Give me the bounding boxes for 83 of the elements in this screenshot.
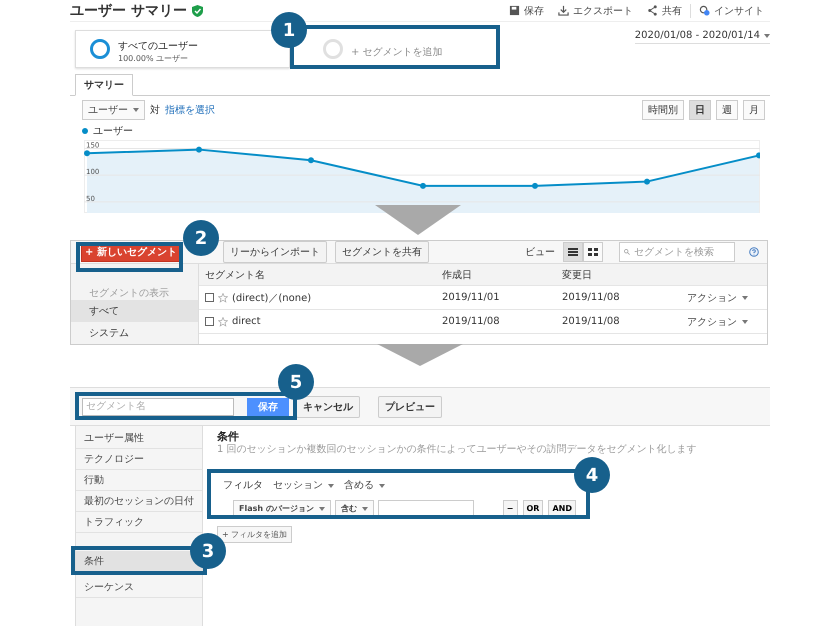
tab[interactable]: サマリー	[75, 74, 133, 96]
section-description: 1 回のセッションか複数回のセッションかの条件によってユーザーやその訪問データをセグメント化します	[217, 444, 697, 456]
segment-name-cell-text: (direct)／(none)	[232, 292, 312, 304]
data-point	[756, 152, 760, 158]
export-action[interactable]: エクスポート	[552, 4, 639, 18]
select-metric-link[interactable]: 指標を選択	[165, 103, 215, 117]
modified-date-cell-text: 2019/11/08	[561, 316, 621, 327]
star-icon[interactable]	[218, 292, 228, 302]
sidebar-item[interactable]: システム	[71, 322, 198, 344]
row-checkbox[interactable]	[205, 317, 214, 326]
view-toggle[interactable]	[583, 242, 603, 262]
step-number-badge: 2	[183, 220, 219, 256]
down-arrow-icon	[375, 205, 461, 235]
date-range-picker[interactable]: 2020/01/08 - 2020/01/14	[634, 28, 770, 44]
data-point	[644, 178, 650, 185]
step-number-badge: 5	[278, 364, 314, 400]
save-action[interactable]: 保存	[503, 4, 550, 18]
data-point	[420, 182, 426, 189]
metric-dropdown[interactable]: ユーザー	[82, 100, 145, 120]
column-header: 変更日	[561, 268, 593, 282]
sidebar-item[interactable]: シーケンス	[76, 577, 202, 598]
insights-action[interactable]: インサイト	[690, 4, 770, 18]
created-date-cell-text: 2019/11/01	[441, 292, 501, 303]
sidebar-item[interactable]: 条件	[76, 551, 202, 572]
interval-button[interactable]: 月	[743, 100, 765, 120]
sidebar-item[interactable]: 最初のセッションの日付	[76, 491, 202, 512]
include-dropdown[interactable]: 含める	[344, 476, 385, 496]
view-label: ビュー	[525, 246, 555, 259]
step-number-badge: 4	[574, 457, 610, 493]
grid-view-icon	[588, 248, 598, 256]
segment-search-field[interactable]: セグメントを検索	[619, 242, 735, 262]
interval-button[interactable]: 週	[716, 100, 738, 120]
preview-button[interactable]: プレビュー	[378, 396, 442, 418]
data-point	[196, 146, 202, 153]
created-date-cell-text: 2019/11/08	[441, 316, 501, 327]
verified-check-icon	[192, 4, 203, 16]
column-header: 作成日	[441, 268, 473, 282]
page-title: ユーザー サマリー	[70, 2, 187, 20]
legend-label: ユーザー	[93, 125, 133, 138]
action-menu[interactable]: アクション	[682, 288, 753, 308]
help-icon[interactable]	[749, 247, 759, 257]
search-icon	[624, 248, 630, 256]
down-arrow-icon	[377, 344, 463, 366]
segment-name: + セグメントを追加	[351, 46, 443, 58]
sidebar-item[interactable]: テクノロジー	[76, 449, 202, 470]
column-header: セグメント名	[204, 268, 266, 282]
interval-button[interactable]: 日	[689, 100, 711, 120]
add-filter-button[interactable]: + フィルタを追加	[217, 526, 292, 544]
scope-dropdown[interactable]: セッション	[273, 476, 334, 496]
share-segment-button[interactable]: セグメントを共有	[334, 241, 429, 263]
sidebar-item[interactable]: トラフィック	[76, 512, 202, 533]
sidebar-item[interactable]: 行動	[76, 470, 202, 491]
view-toggle[interactable]	[563, 242, 583, 262]
sidebar-item[interactable]: すべて	[71, 300, 198, 322]
cancel-button[interactable]: キャンセル	[296, 396, 360, 418]
segment-ring-icon	[90, 39, 110, 59]
segment-name-field[interactable]: セグメント名	[82, 398, 234, 416]
modified-date-cell-text: 2019/11/08	[561, 292, 621, 303]
step-number-badge: 1	[271, 12, 307, 48]
row-checkbox[interactable]	[205, 293, 214, 302]
save-icon	[509, 5, 520, 16]
insights-icon	[699, 5, 710, 16]
data-point	[532, 182, 538, 189]
import-button[interactable]: リーからインポート	[222, 241, 327, 263]
list-view-icon	[568, 248, 578, 256]
filter-label: フィルタ	[223, 480, 263, 492]
download-icon	[558, 5, 569, 16]
data-point	[84, 150, 90, 156]
segment-share: 100.00% ユーザー	[118, 53, 190, 64]
section-heading: 条件	[217, 430, 239, 444]
sidebar-item[interactable]: ユーザー属性	[76, 428, 202, 449]
add-segment-slot[interactable]: + セグメントを追加	[308, 34, 450, 64]
star-icon[interactable]	[218, 316, 228, 326]
sidebar-heading: セグメントの表示	[88, 286, 170, 300]
segment-name: すべてのユーザー	[118, 41, 198, 52]
segment-name-cell: direct	[232, 316, 261, 327]
empty-segment-ring-icon	[323, 39, 343, 59]
data-point	[308, 157, 314, 164]
share-action[interactable]: 共有	[641, 4, 688, 18]
versus-label: 対	[150, 104, 160, 117]
interval-button[interactable]: 時間別	[642, 100, 684, 120]
share-icon	[647, 5, 658, 16]
action-menu[interactable]: アクション	[682, 312, 753, 332]
